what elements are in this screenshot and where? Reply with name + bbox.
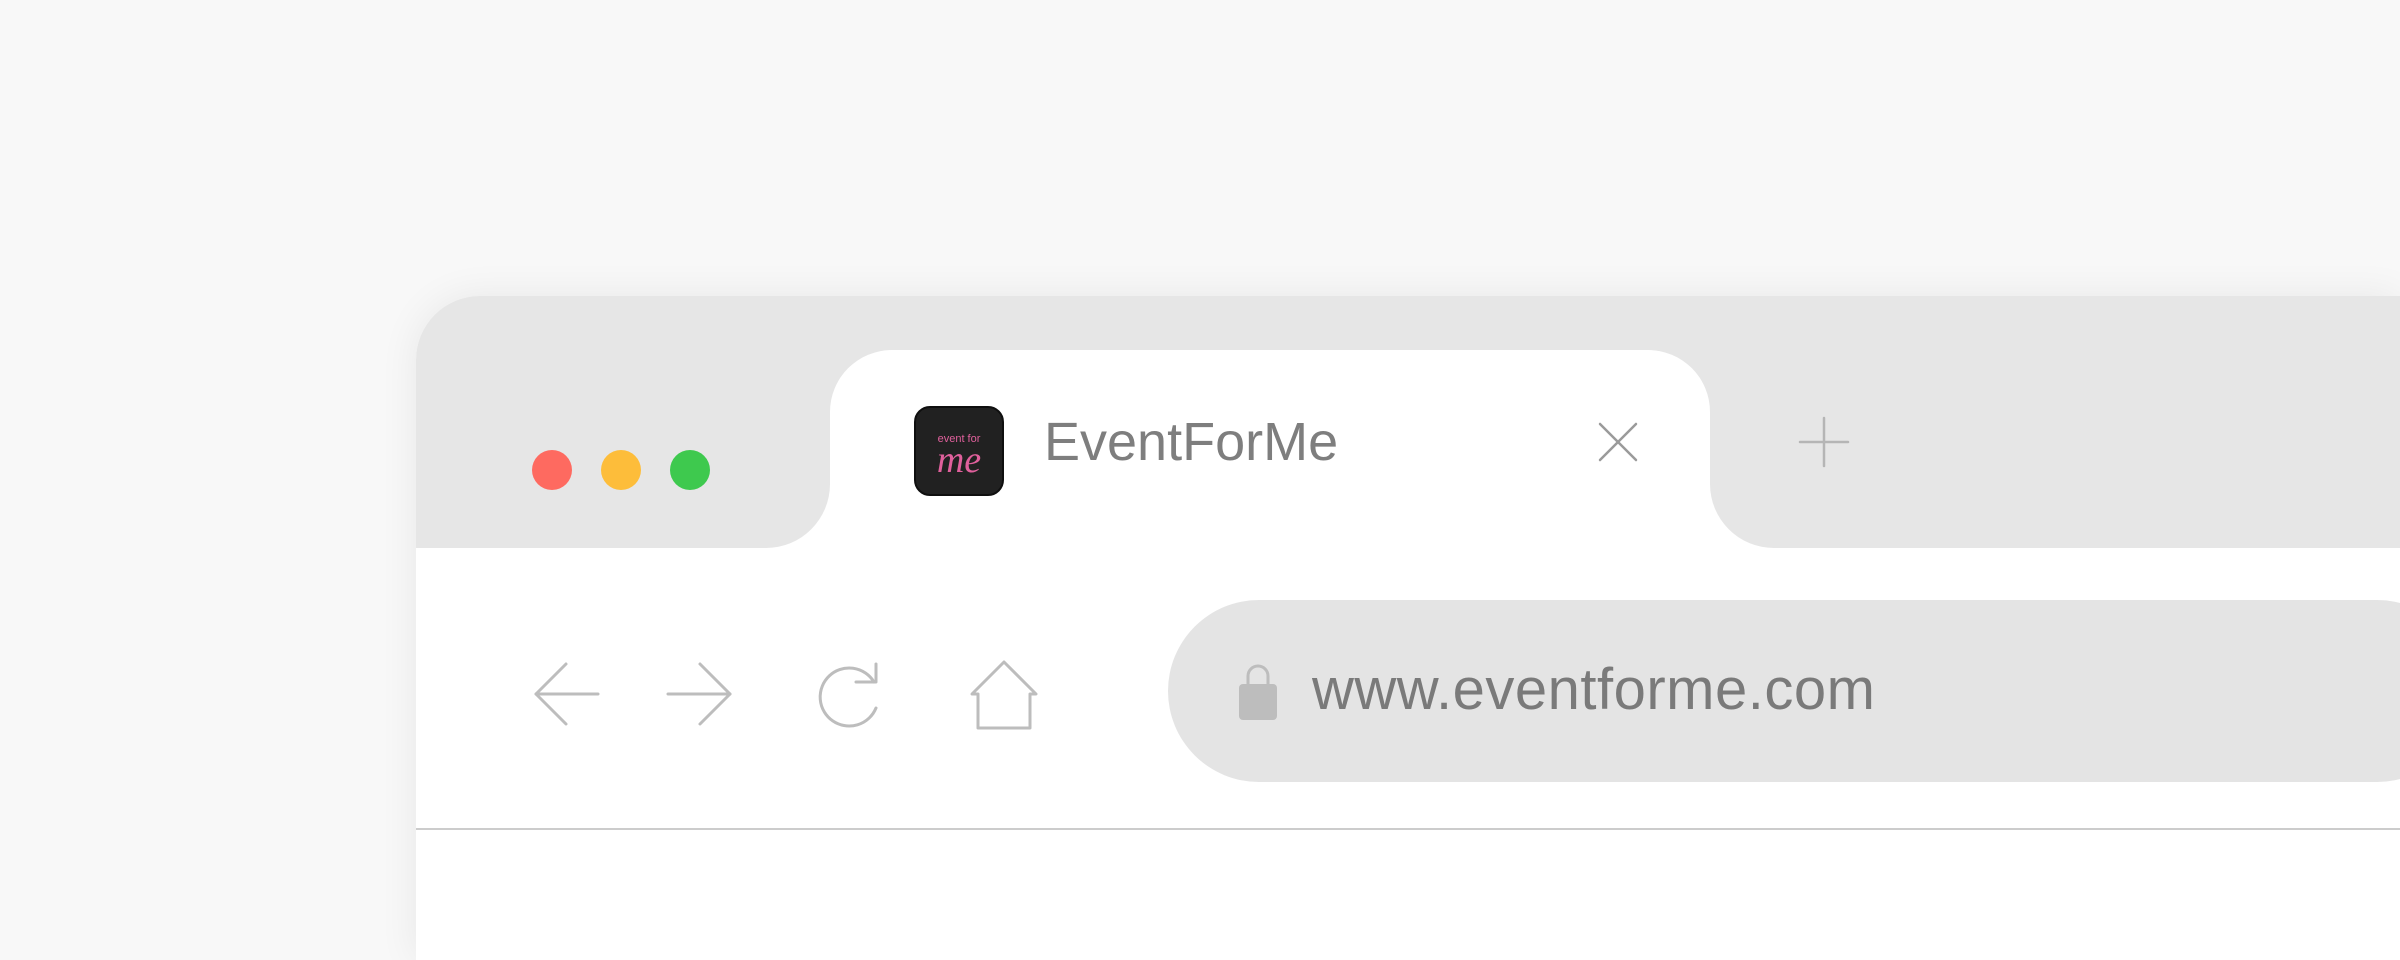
browser-window: event for me EventForMe www.eventforme.c… [416, 296, 2400, 960]
favicon: event for me [914, 406, 1004, 496]
address-url[interactable]: www.eventforme.com [1312, 656, 1875, 724]
window-zoom-button[interactable] [670, 450, 710, 490]
toolbar-divider [416, 828, 2400, 830]
arrow-right-icon[interactable] [662, 656, 738, 732]
favicon-text-main: me [936, 439, 982, 481]
plus-icon[interactable] [1790, 408, 1858, 476]
home-icon[interactable] [966, 656, 1042, 732]
arrow-left-icon[interactable] [528, 656, 604, 732]
window-close-button[interactable] [532, 450, 572, 490]
tab-title: EventForMe [1044, 412, 1339, 472]
reload-icon[interactable] [814, 656, 890, 732]
lock-icon [1236, 660, 1280, 722]
close-icon[interactable] [1588, 412, 1648, 472]
tab-corner-left [766, 484, 830, 548]
window-minimize-button[interactable] [601, 450, 641, 490]
tab-corner-right [1710, 484, 1774, 548]
